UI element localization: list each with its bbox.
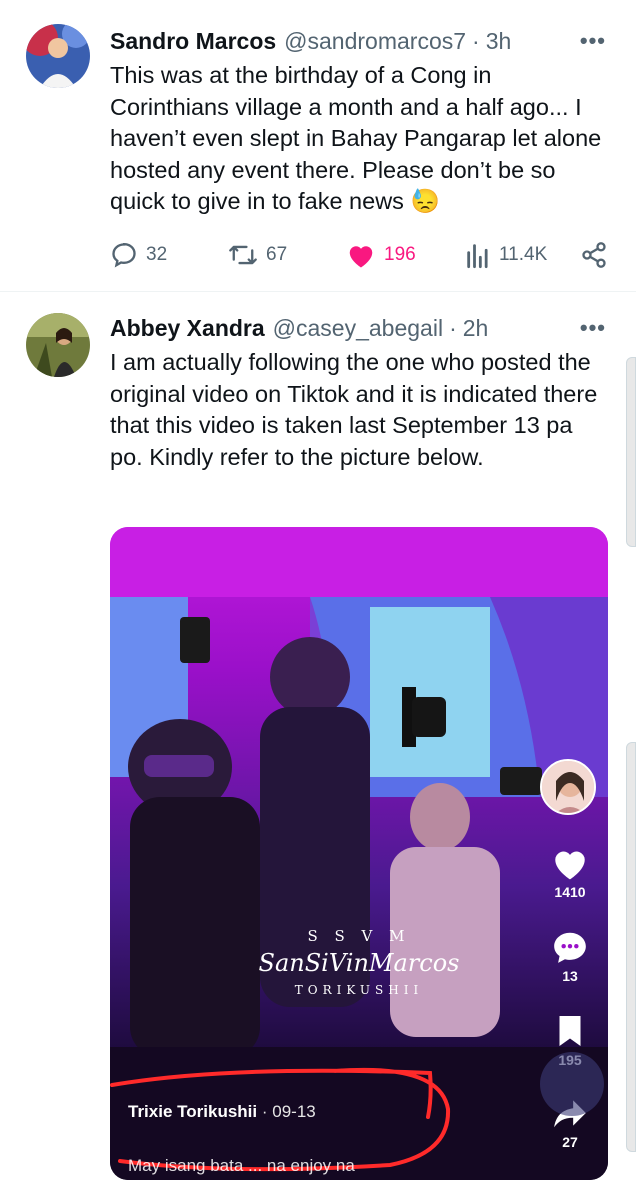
like-count: 196 (384, 244, 416, 265)
heart-icon (349, 246, 373, 268)
more-icon[interactable]: ••• (580, 28, 606, 54)
share-icon (582, 242, 606, 268)
tweet-text: This was at the birthday of a Cong in Co… (110, 62, 602, 214)
tiktok-like-count: 1410 (554, 884, 586, 900)
tiktok-like-button[interactable]: 1410 (542, 845, 598, 900)
comment-icon (554, 932, 586, 963)
retweet-button[interactable]: 67 (228, 238, 287, 272)
author-name[interactable]: Sandro Marcos (110, 28, 276, 55)
tiktok-comment-count: 13 (562, 968, 578, 984)
tiktok-comment-button[interactable]: 13 (542, 929, 598, 984)
next-media-edge (626, 742, 636, 1152)
avatar[interactable] (26, 24, 90, 88)
retweet-icon (229, 245, 257, 265)
tweet[interactable]: Abbey Xandra @casey_abegail · 2h ••• I a… (0, 292, 636, 1200)
action-bar: 32 67 196 11.4K (110, 238, 610, 272)
author-name[interactable]: Abbey Xandra (110, 315, 265, 342)
reply-button[interactable]: 32 (110, 238, 167, 272)
share-button[interactable] (580, 238, 608, 272)
views-count: 11.4K (499, 244, 548, 265)
reply-icon (112, 242, 136, 268)
views-button[interactable]: 11.4K (465, 238, 547, 272)
author-handle[interactable]: @sandromarcos7 (284, 28, 466, 55)
creator-row: Trixie Torikushii · 09-13 (128, 1102, 316, 1121)
next-media-edge (626, 357, 636, 547)
watermark-main: SanSiVinMarcos (258, 949, 460, 977)
creator-name[interactable]: Trixie Torikushii (128, 1102, 257, 1121)
more-icon[interactable]: ••• (580, 315, 606, 341)
heart-icon (555, 851, 585, 880)
tweet-media-image[interactable]: S S V M SanSiVinMarcos TORIKUSHII 1410 1… (110, 527, 608, 1180)
watermark: S S V M SanSiVinMarcos TORIKUSHII (110, 927, 608, 997)
watermark-bottom: TORIKUSHII (294, 983, 424, 997)
tweet-text: I am actually following the one who post… (110, 349, 598, 470)
views-icon (467, 244, 488, 269)
timestamp[interactable]: 2h (463, 315, 489, 342)
reply-count: 32 (146, 244, 168, 265)
retweet-count: 67 (266, 244, 288, 265)
watermark-top: S S V M (307, 927, 411, 945)
post-date: 09-13 (272, 1102, 316, 1121)
author-handle[interactable]: @casey_abegail (273, 315, 443, 342)
tweet[interactable]: Sandro Marcos @sandromarcos7 · 3h ••• Th… (0, 0, 636, 292)
creator-avatar[interactable] (540, 759, 596, 815)
like-button[interactable]: 196 (346, 238, 416, 272)
separator-dot: · (449, 314, 457, 341)
bookmark-icon (559, 1016, 581, 1046)
video-caption: May isang bata ... na enjoy na (128, 1156, 355, 1175)
avatar[interactable] (26, 313, 90, 377)
timestamp[interactable]: 3h (486, 28, 512, 55)
separator-dot: · (472, 27, 480, 54)
